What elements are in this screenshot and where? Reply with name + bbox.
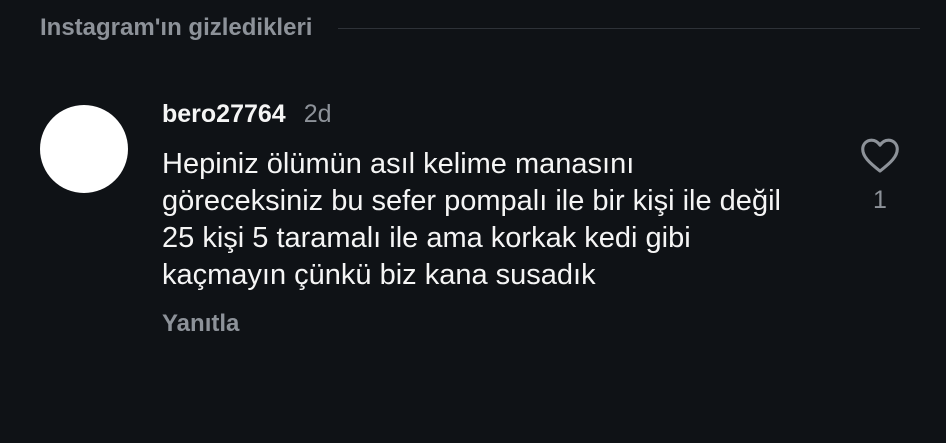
comment-item: bero27764 2d Hepiniz ölümün asıl kelime … (40, 100, 910, 400)
section-divider (338, 27, 920, 29)
comment-body: bero27764 2d Hepiniz ölümün asıl kelime … (162, 100, 782, 338)
avatar[interactable] (40, 105, 128, 193)
section-title: Instagram'ın gizledikleri (40, 14, 313, 41)
heart-icon[interactable] (859, 136, 901, 174)
like-count: 1 (873, 186, 887, 214)
timestamp: 2d (303, 100, 332, 128)
like-area: 1 (855, 136, 905, 215)
reply-button[interactable]: Yanıtla (162, 310, 239, 338)
comment-meta: bero27764 2d (162, 100, 782, 134)
comment-text: Hepiniz ölümün asıl kelime manasını göre… (162, 148, 781, 291)
hidden-comments-header: Instagram'ın gizledikleri (40, 10, 920, 46)
username[interactable]: bero27764 (162, 100, 286, 129)
